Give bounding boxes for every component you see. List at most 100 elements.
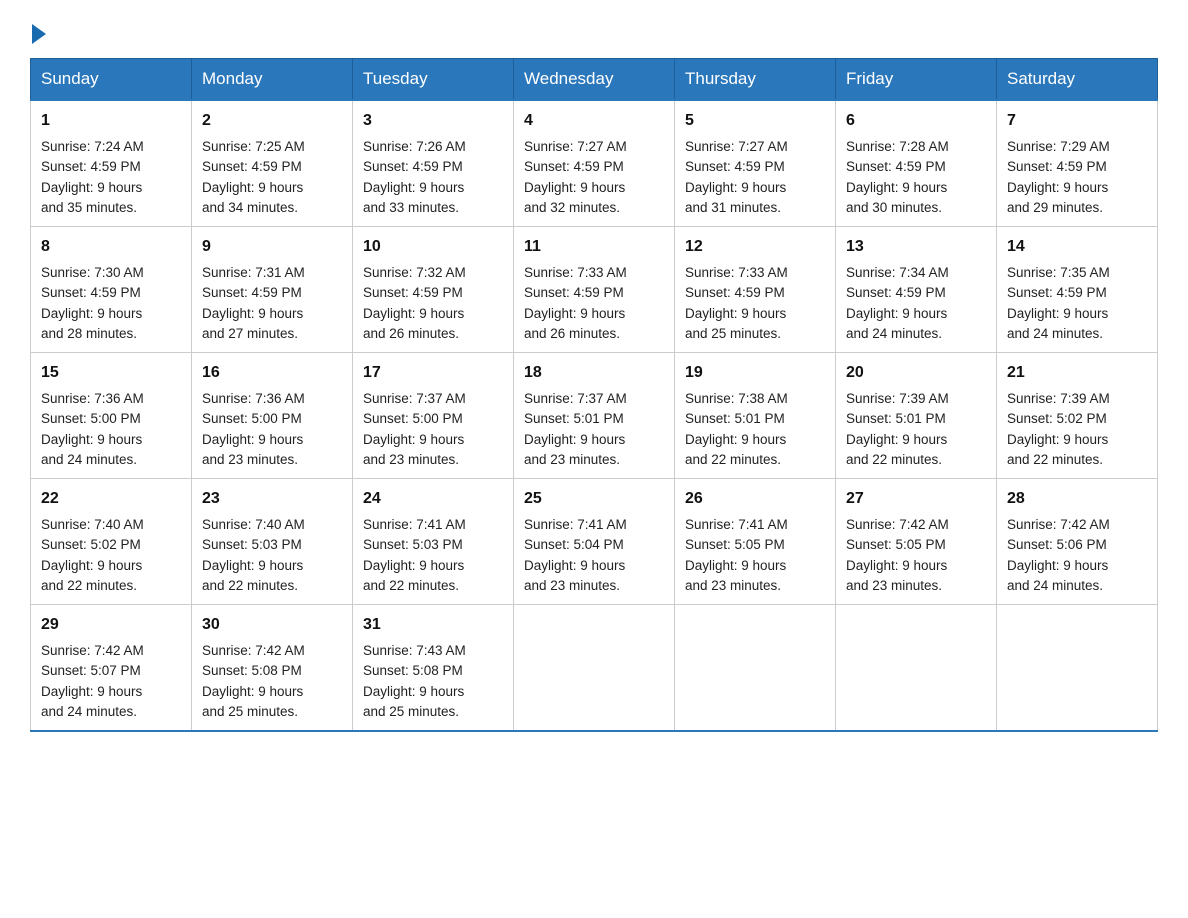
- day-number: 31: [363, 613, 503, 637]
- calendar-header-row: SundayMondayTuesdayWednesdayThursdayFrid…: [31, 59, 1158, 101]
- calendar-cell: 30 Sunrise: 7:42 AMSunset: 5:08 PMDayligh…: [192, 605, 353, 732]
- day-number: 22: [41, 487, 181, 511]
- day-number: 24: [363, 487, 503, 511]
- calendar-cell: [514, 605, 675, 732]
- logo-arrow-icon: [32, 24, 46, 44]
- calendar-cell: 5 Sunrise: 7:27 AMSunset: 4:59 PMDaylight…: [675, 100, 836, 227]
- day-number: 30: [202, 613, 342, 637]
- sun-info: Sunrise: 7:34 AMSunset: 4:59 PMDaylight:…: [846, 265, 949, 341]
- sun-info: Sunrise: 7:24 AMSunset: 4:59 PMDaylight:…: [41, 139, 144, 215]
- calendar-day-header: Monday: [192, 59, 353, 101]
- calendar-cell: 17 Sunrise: 7:37 AMSunset: 5:00 PMDayligh…: [353, 353, 514, 479]
- day-number: 26: [685, 487, 825, 511]
- sun-info: Sunrise: 7:30 AMSunset: 4:59 PMDaylight:…: [41, 265, 144, 341]
- sun-info: Sunrise: 7:42 AMSunset: 5:07 PMDaylight:…: [41, 643, 144, 719]
- day-number: 17: [363, 361, 503, 385]
- calendar-day-header: Wednesday: [514, 59, 675, 101]
- day-number: 29: [41, 613, 181, 637]
- calendar-cell: [836, 605, 997, 732]
- day-number: 2: [202, 109, 342, 133]
- day-number: 27: [846, 487, 986, 511]
- logo: [30, 20, 46, 40]
- calendar-week-row: 1Sunrise: 7:24 AMSunset: 4:59 PMDaylight…: [31, 100, 1158, 227]
- calendar-cell: 31 Sunrise: 7:43 AMSunset: 5:08 PMDayligh…: [353, 605, 514, 732]
- calendar-cell: 19 Sunrise: 7:38 AMSunset: 5:01 PMDayligh…: [675, 353, 836, 479]
- calendar-cell: 13 Sunrise: 7:34 AMSunset: 4:59 PMDayligh…: [836, 227, 997, 353]
- calendar-week-row: 29 Sunrise: 7:42 AMSunset: 5:07 PMDayligh…: [31, 605, 1158, 732]
- sun-info: Sunrise: 7:42 AMSunset: 5:08 PMDaylight:…: [202, 643, 305, 719]
- calendar-cell: 22 Sunrise: 7:40 AMSunset: 5:02 PMDayligh…: [31, 479, 192, 605]
- calendar-cell: 28 Sunrise: 7:42 AMSunset: 5:06 PMDayligh…: [997, 479, 1158, 605]
- sun-info: Sunrise: 7:27 AMSunset: 4:59 PMDaylight:…: [685, 139, 788, 215]
- calendar-cell: 20 Sunrise: 7:39 AMSunset: 5:01 PMDayligh…: [836, 353, 997, 479]
- sun-info: Sunrise: 7:32 AMSunset: 4:59 PMDaylight:…: [363, 265, 466, 341]
- calendar-cell: 2 Sunrise: 7:25 AMSunset: 4:59 PMDaylight…: [192, 100, 353, 227]
- calendar-week-row: 22 Sunrise: 7:40 AMSunset: 5:02 PMDayligh…: [31, 479, 1158, 605]
- calendar-cell: 11 Sunrise: 7:33 AMSunset: 4:59 PMDayligh…: [514, 227, 675, 353]
- day-number: 14: [1007, 235, 1147, 259]
- day-number: 12: [685, 235, 825, 259]
- day-number: 23: [202, 487, 342, 511]
- calendar-cell: 10 Sunrise: 7:32 AMSunset: 4:59 PMDayligh…: [353, 227, 514, 353]
- day-number: 9: [202, 235, 342, 259]
- calendar-cell: 1Sunrise: 7:24 AMSunset: 4:59 PMDaylight…: [31, 100, 192, 227]
- calendar-cell: 27 Sunrise: 7:42 AMSunset: 5:05 PMDayligh…: [836, 479, 997, 605]
- calendar-cell: 15Sunrise: 7:36 AMSunset: 5:00 PMDayligh…: [31, 353, 192, 479]
- sun-info: Sunrise: 7:41 AMSunset: 5:04 PMDaylight:…: [524, 517, 627, 593]
- sun-info: Sunrise: 7:36 AMSunset: 5:00 PMDaylight:…: [202, 391, 305, 467]
- day-number: 19: [685, 361, 825, 385]
- sun-info: Sunrise: 7:41 AMSunset: 5:05 PMDaylight:…: [685, 517, 788, 593]
- calendar-week-row: 8 Sunrise: 7:30 AMSunset: 4:59 PMDaylight…: [31, 227, 1158, 353]
- day-number: 25: [524, 487, 664, 511]
- day-number: 20: [846, 361, 986, 385]
- sun-info: Sunrise: 7:25 AMSunset: 4:59 PMDaylight:…: [202, 139, 305, 215]
- day-number: 5: [685, 109, 825, 133]
- sun-info: Sunrise: 7:40 AMSunset: 5:02 PMDaylight:…: [41, 517, 144, 593]
- calendar-day-header: Friday: [836, 59, 997, 101]
- calendar-day-header: Thursday: [675, 59, 836, 101]
- calendar-cell: 7Sunrise: 7:29 AMSunset: 4:59 PMDaylight…: [997, 100, 1158, 227]
- day-number: 16: [202, 361, 342, 385]
- sun-info: Sunrise: 7:27 AMSunset: 4:59 PMDaylight:…: [524, 139, 627, 215]
- calendar-cell: [997, 605, 1158, 732]
- calendar-table: SundayMondayTuesdayWednesdayThursdayFrid…: [30, 58, 1158, 732]
- calendar-cell: 18Sunrise: 7:37 AMSunset: 5:01 PMDayligh…: [514, 353, 675, 479]
- calendar-cell: [675, 605, 836, 732]
- calendar-cell: 23 Sunrise: 7:40 AMSunset: 5:03 PMDayligh…: [192, 479, 353, 605]
- calendar-week-row: 15 Sunrise: 7:36 AMSunset: 5:00 PMDayligh…: [31, 353, 1158, 479]
- day-number: 8: [41, 235, 181, 259]
- day-number: 13: [846, 235, 986, 259]
- sun-info: Sunrise: 7:29 AMSunset: 4:59 PMDaylight:…: [1007, 139, 1110, 215]
- sun-info: Sunrise: 7:42 AMSunset: 5:05 PMDaylight:…: [846, 517, 949, 593]
- day-number: 28: [1007, 487, 1147, 511]
- sun-info: Sunrise: 7:38 AMSunset: 5:01 PMDaylight:…: [685, 391, 788, 467]
- sun-info: Sunrise: 7:43 AMSunset: 5:08 PMDaylight:…: [363, 643, 466, 719]
- sun-info: Sunrise: 7:39 AMSunset: 5:02 PMDaylight:…: [1007, 391, 1110, 467]
- day-number: 10: [363, 235, 503, 259]
- calendar-cell: 29 Sunrise: 7:42 AMSunset: 5:07 PMDayligh…: [31, 605, 192, 732]
- page-header: [30, 20, 1158, 40]
- sun-info: Sunrise: 7:31 AMSunset: 4:59 PMDaylight:…: [202, 265, 305, 341]
- sun-info: Sunrise: 7:41 AMSunset: 5:03 PMDaylight:…: [363, 517, 466, 593]
- calendar-day-header: Sunday: [31, 59, 192, 101]
- calendar-cell: 24 Sunrise: 7:41 AMSunset: 5:03 PMDayligh…: [353, 479, 514, 605]
- day-number: 11: [524, 235, 664, 259]
- calendar-cell: 8 Sunrise: 7:30 AMSunset: 4:59 PMDaylight…: [31, 227, 192, 353]
- calendar-cell: 6Sunrise: 7:28 AMSunset: 4:59 PMDaylight…: [836, 100, 997, 227]
- calendar-cell: 3 Sunrise: 7:26 AMSunset: 4:59 PMDaylight…: [353, 100, 514, 227]
- calendar-cell: 21 Sunrise: 7:39 AMSunset: 5:02 PMDayligh…: [997, 353, 1158, 479]
- sun-info: Sunrise: 7:42 AMSunset: 5:06 PMDaylight:…: [1007, 517, 1110, 593]
- calendar-day-header: Tuesday: [353, 59, 514, 101]
- sun-info: Sunrise: 7:33 AMSunset: 4:59 PMDaylight:…: [524, 265, 627, 341]
- sun-info: Sunrise: 7:37 AMSunset: 5:00 PMDaylight:…: [363, 391, 466, 467]
- sun-info: Sunrise: 7:35 AMSunset: 4:59 PMDaylight:…: [1007, 265, 1110, 341]
- sun-info: Sunrise: 7:39 AMSunset: 5:01 PMDaylight:…: [846, 391, 949, 467]
- sun-info: Sunrise: 7:26 AMSunset: 4:59 PMDaylight:…: [363, 139, 466, 215]
- day-number: 15: [41, 361, 181, 385]
- sun-info: Sunrise: 7:40 AMSunset: 5:03 PMDaylight:…: [202, 517, 305, 593]
- day-number: 21: [1007, 361, 1147, 385]
- day-number: 3: [363, 109, 503, 133]
- calendar-cell: 26 Sunrise: 7:41 AMSunset: 5:05 PMDayligh…: [675, 479, 836, 605]
- calendar-cell: 16 Sunrise: 7:36 AMSunset: 5:00 PMDayligh…: [192, 353, 353, 479]
- calendar-day-header: Saturday: [997, 59, 1158, 101]
